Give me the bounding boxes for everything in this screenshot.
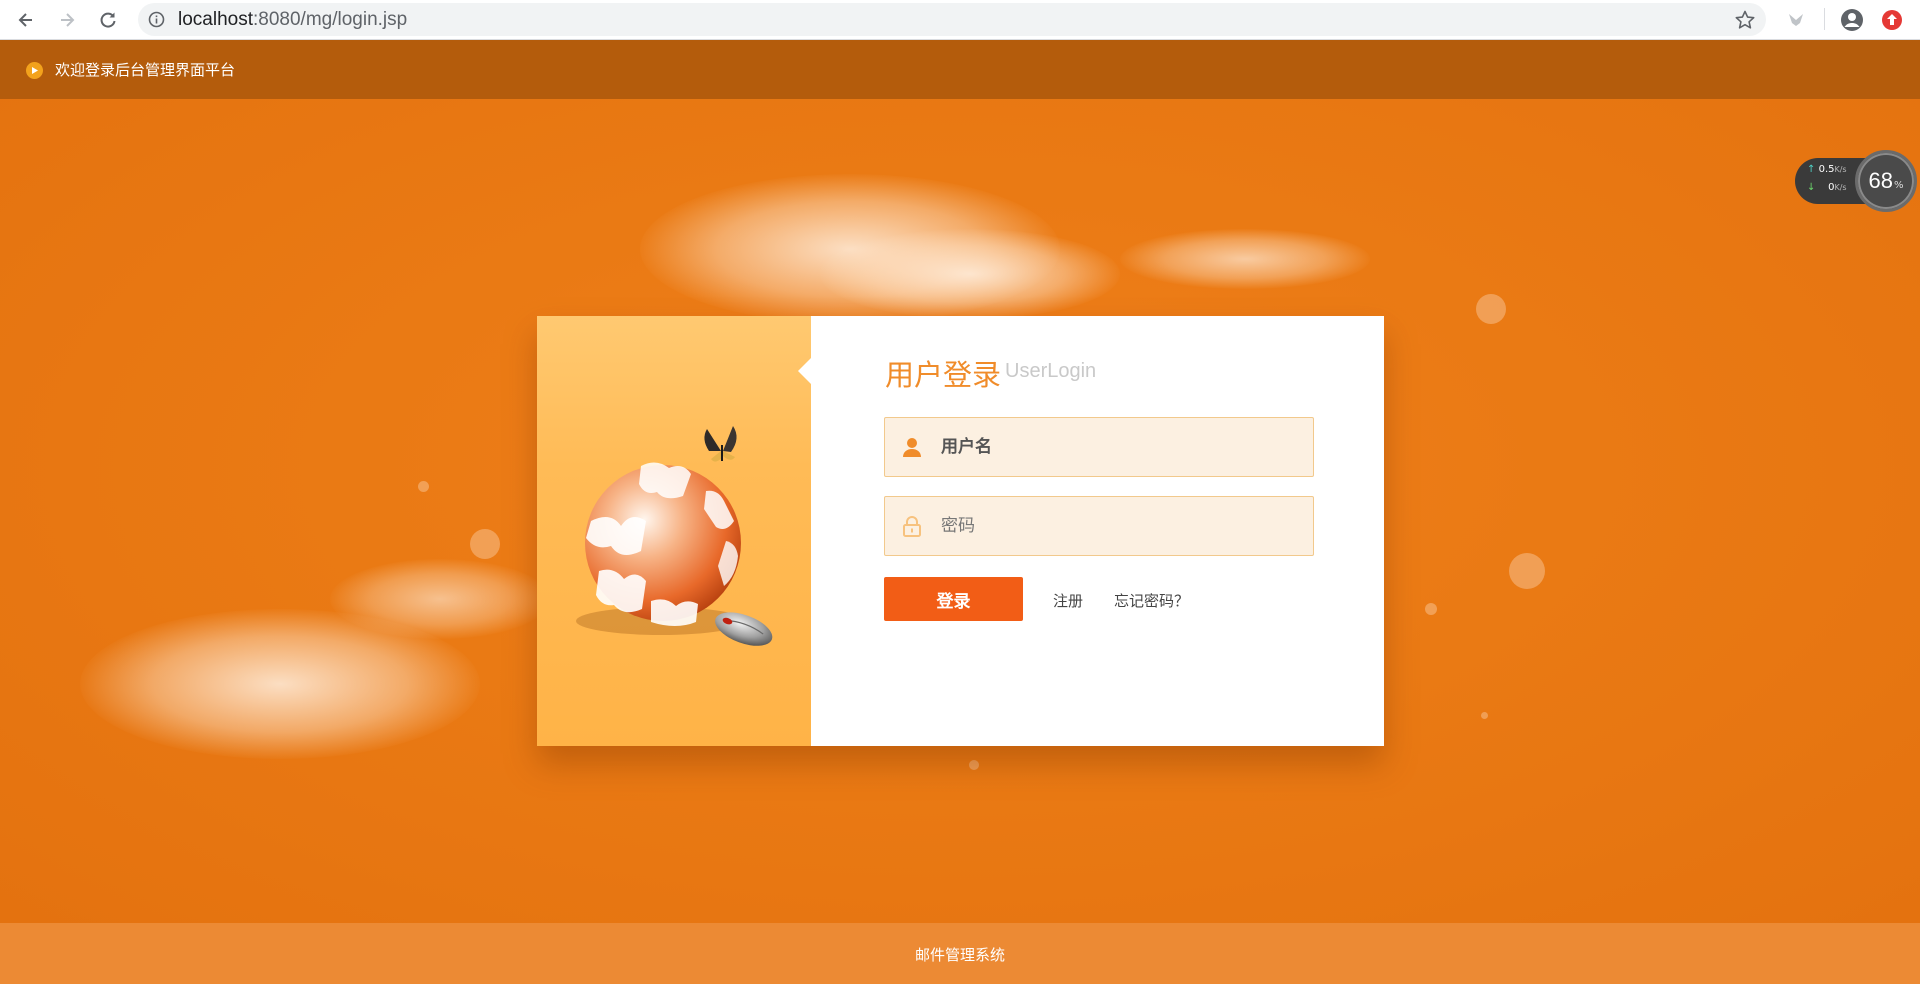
app-footer: 邮件管理系统	[0, 923, 1920, 984]
reload-icon	[100, 12, 116, 28]
upload-value: 0.5	[1818, 164, 1835, 175]
info-icon[interactable]	[148, 11, 165, 28]
bokeh-dot	[418, 481, 429, 492]
panel-notch	[798, 358, 811, 384]
upload-speed: ↑ 0.5K/s	[1807, 164, 1847, 175]
memory-percent-unit: %	[1893, 179, 1904, 191]
bokeh-dot	[1425, 603, 1437, 615]
password-field[interactable]	[884, 496, 1314, 556]
account-icon[interactable]	[1838, 6, 1866, 34]
username-field[interactable]	[884, 417, 1314, 477]
download-speed: ↓ 0K/s	[1807, 182, 1847, 193]
update-icon[interactable]	[1878, 6, 1906, 34]
download-arrow-icon: ↓	[1807, 182, 1816, 193]
address-bar[interactable]: localhost:8080/mg/login.jsp	[138, 3, 1766, 36]
cloud-decoration	[1120, 229, 1370, 289]
upload-arrow-icon: ↑	[1807, 164, 1816, 175]
bokeh-dot	[969, 760, 979, 770]
back-arrow-icon	[18, 13, 32, 27]
url-text[interactable]: localhost:8080/mg/login.jsp	[178, 9, 407, 31]
login-title-en: UserLogin	[1005, 360, 1097, 382]
cloud-decoration	[330, 559, 550, 639]
login-illustration-panel	[537, 316, 811, 746]
app-header: 欢迎登录后台管理界面平台	[0, 40, 1920, 99]
upload-unit: K/s	[1834, 165, 1847, 174]
login-title: 用户登录	[885, 358, 1002, 392]
star-icon[interactable]	[1734, 9, 1756, 31]
url-path: :8080/mg/login.jsp	[253, 9, 408, 30]
forward-button[interactable]	[53, 6, 81, 34]
bokeh-dot	[1509, 553, 1545, 589]
header-title: 欢迎登录后台管理界面平台	[55, 61, 236, 79]
register-link[interactable]: 注册	[1053, 590, 1083, 611]
lock-icon	[903, 516, 921, 537]
forgot-password-link[interactable]: 忘记密码？	[1114, 590, 1189, 611]
browser-toolbar: localhost:8080/mg/login.jsp	[0, 0, 1920, 40]
cloud-decoration	[820, 229, 1120, 319]
user-icon	[903, 438, 921, 457]
bokeh-dot	[1481, 712, 1488, 719]
bokeh-dot	[1476, 294, 1506, 324]
forward-arrow-icon	[61, 13, 75, 27]
download-unit: K/s	[1834, 183, 1847, 192]
extension-bird-icon[interactable]	[1782, 6, 1810, 34]
back-button[interactable]	[12, 6, 40, 34]
login-card: 用户登录 UserLogin 登录 注册 忘记密码？	[537, 316, 1384, 746]
login-button[interactable]: 登录	[884, 577, 1023, 621]
memory-percent: 68	[1868, 168, 1893, 193]
toolbar-divider	[1824, 8, 1825, 30]
footer-text: 邮件管理系统	[914, 946, 1005, 964]
url-host: localhost	[178, 9, 253, 30]
play-bullet-icon	[26, 62, 43, 79]
memory-usage-dial[interactable]: 68%	[1855, 150, 1917, 212]
password-input[interactable]	[939, 497, 1299, 555]
puzzle-globe-icon	[576, 426, 773, 646]
bokeh-dot	[470, 529, 500, 559]
reload-button[interactable]	[94, 6, 122, 34]
username-input[interactable]	[939, 418, 1299, 476]
